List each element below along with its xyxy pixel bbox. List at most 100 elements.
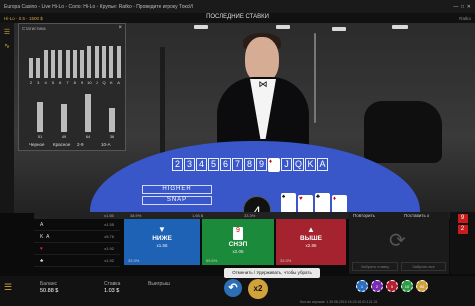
snap-card-icon: 9 [233, 227, 243, 240]
group-bar-value: 64 [85, 134, 91, 139]
group-bar-label: 2-9 [77, 142, 84, 147]
bet-odds: x1.55 [156, 243, 168, 248]
double-button[interactable]: x2 [248, 279, 268, 299]
higher-zone: HIGHER [142, 185, 212, 194]
group-bar [109, 108, 115, 132]
menu-icon[interactable]: ☰ [2, 29, 12, 37]
clear-bet-button[interactable]: Забрать ставку [352, 262, 398, 271]
undo-tooltip: Отменить / Удерживать, чтобы убрать [224, 268, 320, 278]
bet-snap-button[interactable]: 9 СНЭП x2.06 55.6% [202, 219, 274, 265]
lower-icon: ▼ [158, 225, 166, 234]
window-titlebar: Europa Casino - Live Hi-Lo - Соло: Hi-Lo… [0, 0, 475, 13]
double-bet-button[interactable]: Поставить x [404, 213, 429, 218]
history-rank: A [40, 221, 44, 228]
table-card: ♣ [315, 193, 330, 213]
rank-bar [50, 50, 55, 78]
rank-cell: 6 [220, 158, 231, 171]
group-bar-label: 10-A [101, 142, 111, 147]
ceiling-light [392, 25, 408, 29]
bet-lower-button[interactable]: ▼ НИЖЕ x1.55 33.3% [124, 219, 200, 265]
redo-icon[interactable]: ⟳ [389, 228, 406, 253]
stats-header: Статистика [22, 26, 46, 31]
close-button[interactable]: ✕ [467, 4, 471, 10]
left-sidebar: ☰ ∿ [0, 23, 14, 213]
history-rank: K [40, 233, 44, 240]
table-card: ♦ [332, 195, 347, 213]
ceiling-light [276, 25, 290, 29]
bet-odds: x2.06 [232, 249, 244, 254]
wall-panel [160, 47, 165, 157]
card-shoe [364, 101, 442, 163]
club-suit-icon: ♣ [40, 257, 44, 264]
group-bar [61, 104, 67, 132]
history-odds: x1.92 [104, 246, 114, 251]
rank-strip: 2 3 4 5 6 7 8 9 ♦ J Q K A [172, 158, 329, 172]
rank-bar [109, 46, 114, 78]
statistics-panel: Статистика × 2 3 4 5 6 7 8 9 10 J Q K A 51 Черное 49 Кр… [18, 23, 126, 151]
rank-cell: 3 [184, 158, 195, 171]
group-bar [85, 94, 91, 132]
win-label: Выигрыш [148, 281, 170, 287]
rank-bar [87, 46, 92, 78]
history-row: K Ax5.76 [34, 231, 120, 243]
undo-button[interactable]: ↶ [224, 279, 242, 297]
rank-bar [102, 46, 106, 78]
close-icon[interactable]: × [118, 25, 122, 31]
rank-cell: A [317, 158, 328, 171]
rank-cell: 8 [244, 158, 255, 171]
rank-cell: K [305, 158, 316, 171]
table-card: ♦ [268, 158, 280, 172]
bet-probability: 55.6% [206, 258, 218, 263]
bet-label: СНЭП [228, 241, 248, 248]
snap-zone: SNAP [142, 196, 212, 205]
history-rank: A [46, 233, 50, 240]
chip-2[interactable]: 2 [371, 280, 383, 292]
window-title: Europa Casino - Live Hi-Lo - Соло: Hi-Lo… [4, 3, 193, 10]
history-list: Ax1.55 K Ax5.76 ♥ x1.92 ♣ x1.92 [34, 212, 120, 274]
side-counter-value: 2 [457, 225, 468, 234]
chip-5[interactable]: 5 [386, 280, 398, 292]
bet-label: ВЫШЕ [300, 235, 322, 242]
rank-bar [94, 46, 99, 78]
rank-bar [116, 46, 121, 78]
chip-1[interactable]: 1 [356, 280, 368, 292]
higher-icon: ▲ [307, 225, 315, 234]
last-bets-title[interactable]: ПОСЛЕДНИЕ СТАВКИ [0, 14, 475, 20]
balance-label: Баланс [40, 281, 58, 287]
bet-odds: x2.86 [305, 243, 317, 248]
wall-panel [314, 33, 316, 123]
rank-bar [80, 50, 85, 78]
balance-value: 50.88 $ [40, 288, 59, 294]
group-bar-label: Красное [53, 142, 71, 147]
group-bar [37, 102, 43, 132]
rank-cell: 9 [256, 158, 267, 171]
rank-cell: 2 [172, 158, 183, 171]
bet-probability: 33.3% [128, 258, 140, 263]
rank-cell: 4 [196, 158, 207, 171]
footer-info: Кол-во игроков: 1 29.08.2019 16:23:16 ID… [300, 300, 378, 304]
bet-higher-button[interactable]: ▲ ВЫШЕ x2.86 33.3% [276, 219, 346, 265]
minimize-button[interactable]: — [453, 4, 458, 10]
rank-cell: J [281, 158, 292, 171]
group-bar-value: 36 [109, 134, 115, 139]
rank-bar [43, 50, 48, 78]
repeat-bet-button[interactable]: Повторить [353, 213, 375, 218]
heart-suit-icon: ♥ [40, 245, 43, 252]
ceiling-light [194, 25, 208, 29]
rank-bar [65, 50, 70, 78]
chip-50[interactable]: 50 [416, 280, 428, 292]
chat-icon[interactable]: ☰ [4, 282, 14, 296]
rank-bar [36, 58, 41, 78]
history-row: ♥ x1.92 [34, 243, 120, 255]
rank-bar [58, 50, 63, 78]
side-counter-value: 9 [457, 214, 468, 223]
bet-options: ▼ НИЖЕ x1.55 33.3% 9 СНЭП x2.06 55.6% ▲ … [124, 212, 346, 274]
side-counter: 9 2 [450, 212, 475, 274]
history-odds: x5.76 [104, 234, 114, 239]
bet-label: НИЖЕ [152, 235, 172, 242]
statistics-icon[interactable]: ∿ [2, 43, 12, 51]
chip-10[interactable]: 10 [401, 280, 413, 292]
ceiling-light [332, 27, 346, 31]
maximize-button[interactable]: □ [461, 4, 464, 10]
take-all-button[interactable]: Забрать все [401, 262, 446, 271]
